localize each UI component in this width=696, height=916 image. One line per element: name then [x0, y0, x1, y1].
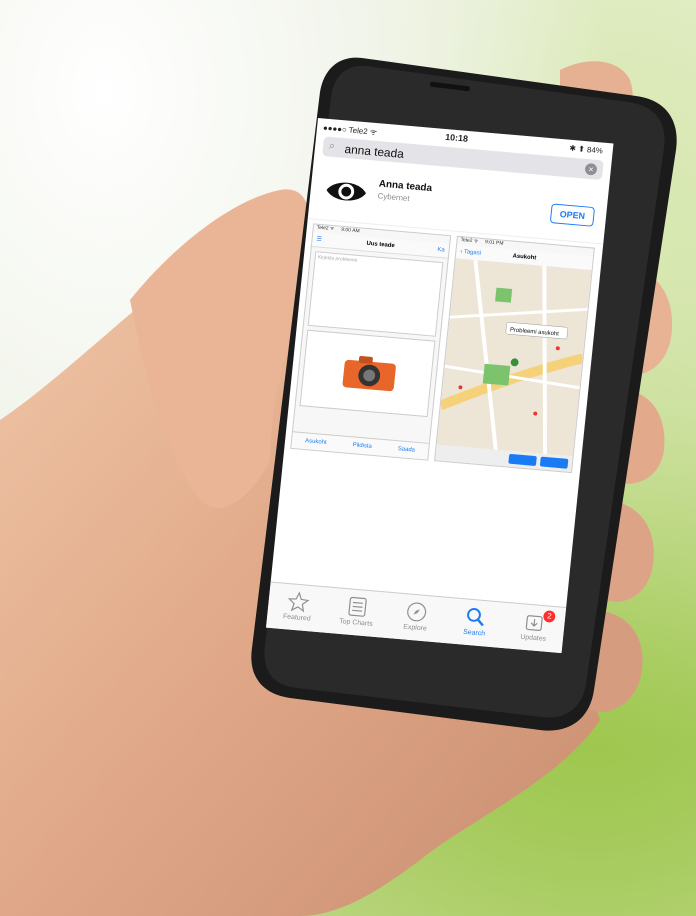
tab-label-top-charts: Top Charts: [338, 618, 373, 628]
eye-icon: [326, 182, 366, 201]
mini-nav-title: Uus teade: [366, 240, 395, 250]
star-icon: [287, 591, 310, 613]
map-view: Probleemi asukoht: [436, 258, 592, 457]
carrier-label: ●●●●○ Tele2 ᯤ: [322, 123, 378, 137]
app-screenshots[interactable]: Tele2 ᯤ 9:00 AM ☰ Uus teade Ka Kirjelda …: [290, 223, 597, 475]
list-icon: [348, 596, 367, 617]
search-icon: ⌕: [328, 139, 336, 153]
tab-updates[interactable]: 2 Updates: [502, 603, 566, 653]
tab-top-charts[interactable]: Top Charts: [325, 588, 389, 638]
mini-nav-title-2: Asukoht: [512, 253, 537, 262]
tab-featured[interactable]: Featured: [266, 583, 330, 633]
mini-carrier-2: Tele2 ᯤ: [460, 237, 479, 245]
compass-icon: [407, 602, 427, 622]
mini-tab-photo: Pildista: [352, 442, 373, 450]
screenshot-report: Tele2 ᯤ 9:00 AM ☰ Uus teade Ka Kirjelda …: [290, 223, 452, 461]
photo-area: [299, 329, 436, 418]
tab-label-updates: Updates: [519, 633, 547, 643]
battery-label: ✱ ⬆ 84%: [568, 143, 604, 156]
mini-tab-bar: Asukoht Pildista Saada: [291, 431, 429, 460]
app-developer: Cybernet: [377, 191, 411, 203]
camera-icon: [342, 356, 396, 392]
mini-tab-send: Saada: [397, 446, 416, 454]
search-icon: [467, 608, 484, 627]
phone-screen: ●●●●○ Tele2 ᯤ 10:18 ✱ ⬆ 84% ⌕ × Anna tea…: [266, 118, 614, 654]
status-time: 10:18: [444, 131, 469, 144]
mini-time: 9:00 AM: [340, 226, 360, 235]
app-icon: [322, 168, 371, 216]
screenshot-map: Tele2 ᯤ 9:01 PM ‹ Tagasi Asukoht Problee…: [434, 235, 595, 474]
tab-search[interactable]: Search: [443, 598, 507, 648]
mini-carrier: Tele2 ᯤ: [316, 224, 335, 233]
mini-time-2: 9:01 PM: [484, 239, 504, 247]
tab-label-featured: Featured: [282, 613, 311, 623]
description-field: Kirjelda probleemi: [307, 251, 444, 337]
open-button[interactable]: OPEN: [549, 203, 596, 227]
tab-explore[interactable]: Explore: [384, 593, 448, 643]
clear-icon[interactable]: ×: [584, 162, 598, 176]
mini-nav-right: Ka: [437, 246, 445, 254]
updates-badge: 2: [542, 610, 556, 623]
tab-label-explore: Explore: [402, 623, 428, 633]
tab-label-search: Search: [462, 628, 486, 638]
mini-tab-location: Asukoht: [304, 438, 327, 446]
menu-icon: ☰: [316, 236, 323, 243]
